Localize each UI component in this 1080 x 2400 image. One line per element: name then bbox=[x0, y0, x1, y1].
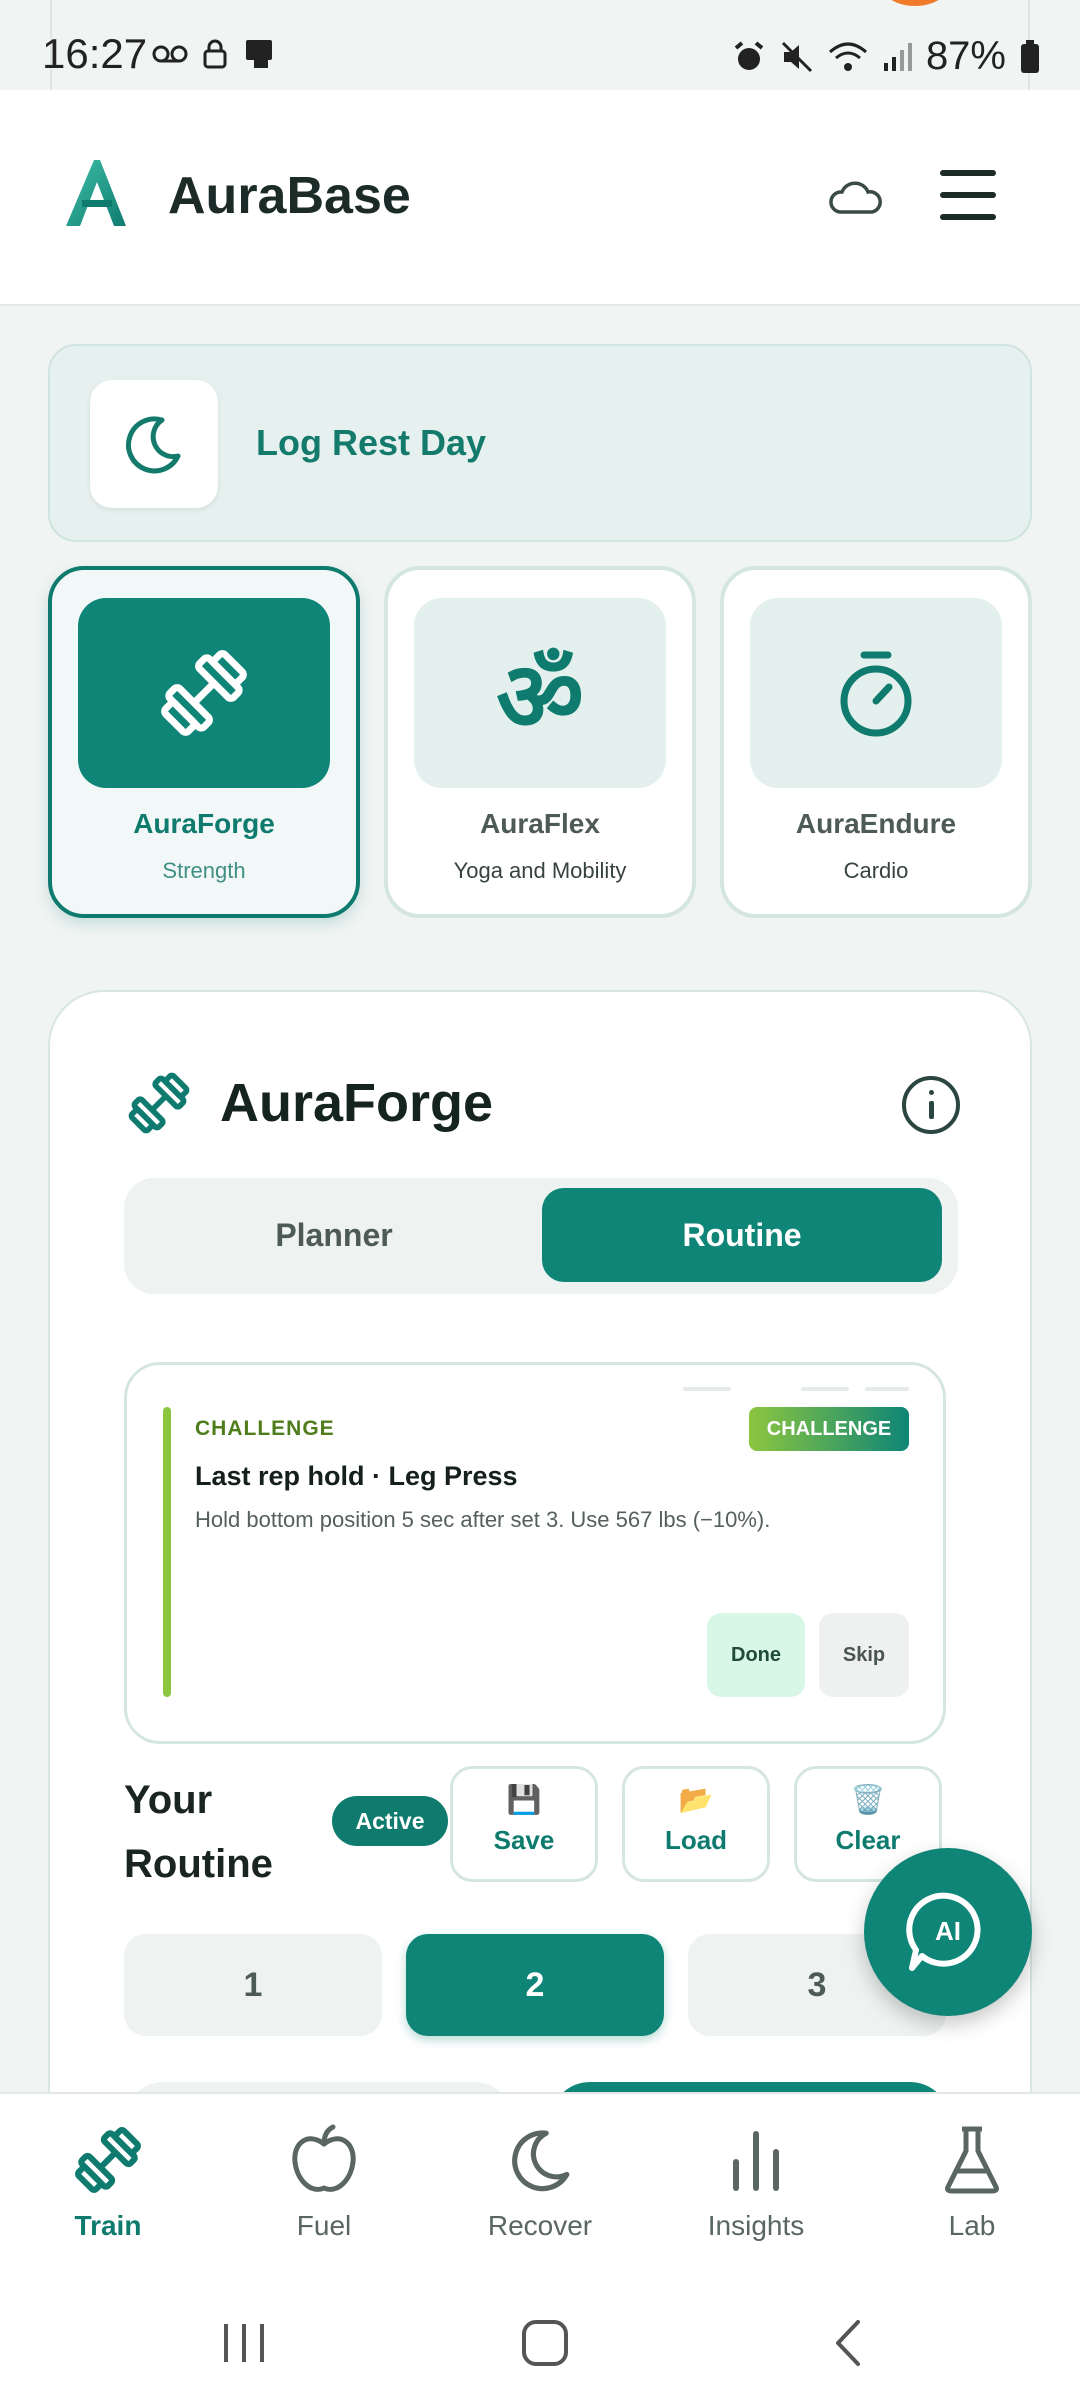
carousel-dashes bbox=[683, 1387, 909, 1391]
auraforge-panel: AuraForge Planner Routine CHALLENGE CHAL… bbox=[48, 990, 1032, 2190]
mode-name: AuraForge bbox=[133, 808, 275, 839]
info-icon[interactable] bbox=[902, 1076, 960, 1134]
rest-icon-box bbox=[90, 380, 218, 508]
menu-line bbox=[940, 170, 996, 176]
status-time: 16:27 bbox=[42, 30, 148, 77]
save-button[interactable]: 💾 Save bbox=[450, 1766, 598, 1882]
chat-bubble-icon: AI bbox=[906, 1892, 981, 1971]
dash bbox=[801, 1387, 849, 1391]
floppy-disk-icon: 💾 bbox=[506, 1784, 542, 1815]
mode-icon-box bbox=[78, 598, 330, 788]
day-button-2[interactable]: 2 bbox=[406, 1934, 664, 2036]
moon-icon bbox=[512, 2130, 570, 2192]
trash-icon: 🗑️ bbox=[850, 1784, 886, 1815]
home-icon[interactable] bbox=[520, 2318, 570, 2368]
status-left-icons bbox=[152, 38, 276, 70]
challenge-accent-bar bbox=[163, 1407, 171, 1697]
mode-subtitle: Strength bbox=[162, 858, 246, 883]
mode-subtitle: Yoga and Mobility bbox=[453, 858, 627, 883]
apple-icon bbox=[292, 2124, 356, 2192]
dumbbell-icon bbox=[75, 2127, 141, 2193]
voicemail-icon bbox=[152, 45, 188, 63]
load-label: Load bbox=[664, 1825, 728, 1855]
nav-fuel[interactable]: Fuel bbox=[216, 2120, 432, 2242]
tab-planner[interactable]: Planner bbox=[134, 1188, 534, 1282]
done-button[interactable]: Done bbox=[707, 1613, 805, 1697]
load-button[interactable]: 📂 Load bbox=[622, 1766, 770, 1882]
status-right-icons: 87% bbox=[732, 34, 1040, 79]
dash bbox=[865, 1387, 909, 1391]
alarm-icon bbox=[734, 40, 764, 70]
log-rest-day-label: Log Rest Day bbox=[256, 422, 487, 463]
panel-title: AuraForge bbox=[220, 1073, 494, 1133]
mode-card-auraforge[interactable]: AuraForge Strength bbox=[48, 566, 360, 918]
aurabase-logo-icon bbox=[66, 160, 126, 226]
status-bar: 16:27 87% bbox=[0, 0, 1080, 90]
nav-label: Lab bbox=[948, 2210, 996, 2241]
device-icon bbox=[246, 40, 272, 68]
routine-status-badge: Active bbox=[332, 1796, 448, 1846]
nav-label: Fuel bbox=[296, 2210, 352, 2241]
save-label: Save bbox=[493, 1825, 555, 1855]
nav-recover[interactable]: Recover bbox=[432, 2120, 648, 2242]
om-icon: ॐ bbox=[496, 640, 584, 753]
menu-line bbox=[940, 192, 996, 198]
dash bbox=[683, 1387, 731, 1391]
battery-percent: 87% bbox=[925, 34, 1006, 78]
mode-subtitle: Cardio bbox=[843, 858, 909, 883]
folder-icon: 📂 bbox=[678, 1784, 714, 1815]
stopwatch-icon bbox=[840, 651, 912, 737]
menu-line bbox=[940, 214, 996, 220]
dumbbell-icon bbox=[128, 1072, 190, 1134]
bottom-navigation: Train Fuel Recover Insights Lab bbox=[0, 2092, 1080, 2282]
mode-icon-box: ॐ bbox=[414, 598, 666, 788]
moon-icon bbox=[126, 416, 181, 474]
mode-icon-box bbox=[750, 598, 1002, 788]
dumbbell-icon bbox=[161, 650, 247, 736]
wifi-icon bbox=[828, 42, 867, 71]
nav-train[interactable]: Train bbox=[0, 2120, 216, 2242]
hamburger-menu-button[interactable] bbox=[940, 170, 1002, 226]
back-icon[interactable] bbox=[830, 2318, 866, 2368]
clear-label: Clear bbox=[835, 1825, 901, 1855]
bar-chart-icon bbox=[733, 2131, 779, 2191]
nav-label: Insights bbox=[707, 2210, 805, 2241]
nav-lab[interactable]: Lab bbox=[864, 2120, 1080, 2242]
challenge-tag: CHALLENGE bbox=[195, 1417, 335, 1440]
mode-name: AuraEndure bbox=[795, 808, 957, 839]
app-title: AuraBase bbox=[168, 167, 411, 225]
tab-routine[interactable]: Routine bbox=[542, 1188, 942, 1282]
mode-card-auraflex[interactable]: ॐ AuraFlex Yoga and Mobility bbox=[384, 566, 696, 918]
challenge-title: Last rep hold · Leg Press bbox=[195, 1461, 518, 1491]
ai-assistant-button[interactable]: AI bbox=[864, 1848, 1032, 2016]
challenge-badge: CHALLENGE bbox=[749, 1407, 909, 1451]
battery-icon bbox=[1021, 39, 1039, 73]
mode-name: AuraFlex bbox=[480, 808, 600, 839]
mute-icon bbox=[781, 41, 812, 72]
app-header: AuraBase bbox=[0, 90, 1080, 306]
skip-button[interactable]: Skip bbox=[819, 1613, 909, 1697]
log-rest-day-button[interactable]: Log Rest Day bbox=[48, 344, 1032, 542]
flask-icon bbox=[945, 2126, 999, 2194]
nav-insights[interactable]: Insights bbox=[648, 2120, 864, 2242]
lock-icon bbox=[203, 39, 227, 69]
planner-routine-toggle: Planner Routine bbox=[124, 1178, 958, 1294]
recent-apps-icon[interactable] bbox=[220, 2320, 268, 2366]
cloud-sync-icon[interactable] bbox=[826, 176, 886, 220]
day-button-1[interactable]: 1 bbox=[124, 1934, 382, 2036]
challenge-card: CHALLENGE CHALLENGE Last rep hold · Leg … bbox=[124, 1362, 946, 1744]
ai-label: AI bbox=[935, 1916, 961, 1946]
routine-title: Your Routine bbox=[124, 1778, 273, 1886]
system-navigation-bar bbox=[0, 2282, 1080, 2400]
nav-label: Recover bbox=[487, 2210, 593, 2241]
signal-icon bbox=[883, 42, 912, 71]
challenge-description: Hold bottom position 5 sec after set 3. … bbox=[195, 1507, 771, 1532]
mode-card-auraendure[interactable]: AuraEndure Cardio bbox=[720, 566, 1032, 918]
nav-label: Train bbox=[74, 2210, 142, 2241]
